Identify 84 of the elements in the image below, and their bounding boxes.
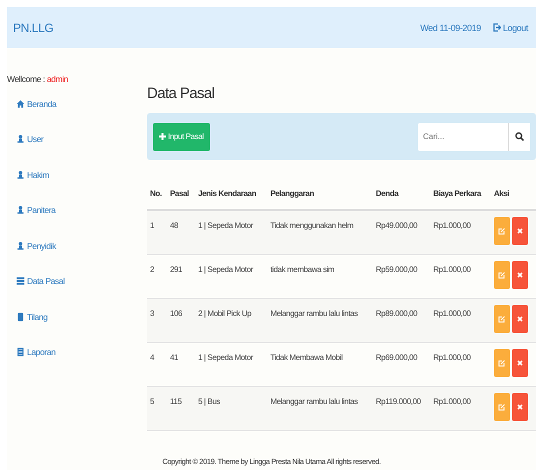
table-cell: 1 | Sepeda Motor — [198, 221, 253, 230]
edit-icon — [498, 404, 506, 410]
edit-icon — [498, 316, 506, 322]
home-icon — [16, 98, 25, 109]
column-header: Aksi — [494, 189, 510, 198]
edit-icon — [498, 272, 506, 278]
user-icon — [16, 240, 25, 251]
edit-button[interactable] — [494, 349, 510, 377]
table-cell: 115 — [170, 397, 182, 406]
column-header: Denda — [376, 189, 398, 198]
sidebar-item[interactable]: User — [7, 122, 147, 157]
table-cell: Tidak menggunakan helm — [270, 221, 354, 230]
phone-icon — [16, 312, 25, 322]
delete-button[interactable] — [512, 349, 528, 377]
user-icon — [16, 205, 25, 216]
search-button[interactable] — [508, 122, 530, 150]
edit-button[interactable] — [494, 393, 510, 421]
table-cell: Rp49.000,00 — [376, 221, 418, 230]
table-cell: 5 — [150, 397, 154, 406]
plus-icon — [159, 133, 166, 140]
table-cell: Rp59.000,00 — [376, 265, 418, 274]
table-cell: Melanggar rambu lalu lintas — [270, 309, 358, 318]
search-field[interactable]: Cari... — [418, 122, 508, 150]
table-cell: Rp89.000,00 — [376, 309, 418, 318]
sidebar-item[interactable]: Laporan — [7, 334, 147, 370]
edit-button[interactable] — [494, 261, 510, 289]
table-cell: Rp1.000,00 — [433, 265, 471, 274]
delete-button[interactable] — [512, 261, 528, 289]
close-icon — [516, 316, 523, 322]
table-cell: 1 | Sepeda Motor — [198, 265, 253, 274]
logout-icon — [492, 23, 501, 32]
search-icon — [515, 132, 524, 141]
add-button[interactable]: Input Pasal — [153, 122, 210, 150]
close-icon — [516, 228, 523, 234]
user-icon — [16, 134, 25, 144]
table-cell: 48 — [170, 221, 178, 230]
sidebar-item[interactable]: Beranda — [7, 86, 147, 122]
close-icon — [516, 404, 523, 410]
brand-name[interactable]: PN.LLG — [13, 20, 420, 34]
sidebar-item[interactable]: Hakim — [7, 157, 147, 192]
table-cell: Rp119.000,00 — [376, 397, 421, 406]
edit-button[interactable] — [494, 305, 510, 333]
page-title: Data Pasal — [147, 85, 216, 102]
list-icon — [16, 276, 25, 286]
delete-button[interactable] — [512, 305, 528, 333]
table-cell: 5 | Bus — [198, 397, 220, 406]
table-cell: Tidak Membawa Mobil — [270, 353, 342, 362]
table-cell: 106 — [170, 309, 182, 318]
date-text: Wed 11-09-2019 — [420, 22, 481, 32]
document-icon — [16, 347, 25, 358]
table-cell: 2 — [150, 265, 154, 274]
sidebar-item[interactable]: Panitera — [7, 192, 147, 228]
edit-icon — [498, 228, 506, 234]
table-cell: 1 | Sepeda Motor — [198, 353, 253, 362]
table-cell: 3 — [150, 309, 154, 318]
table-cell: tidak membawa sim — [270, 265, 334, 274]
table-cell: 41 — [170, 353, 178, 362]
sidebar-item[interactable]: Tilang — [7, 299, 147, 334]
user-icon — [16, 170, 25, 180]
column-header: Jenis Kendaraan — [198, 189, 256, 198]
column-header: Pelanggaran — [270, 189, 314, 198]
table-cell: Melanggar rambu lalu lintas — [270, 397, 358, 406]
table-cell: Rp69.000,00 — [376, 353, 418, 362]
close-icon — [516, 272, 523, 278]
table-cell: 2 | Mobil Pick Up — [198, 309, 252, 318]
table-cell: Rp1.000,00 — [433, 397, 471, 406]
column-header: No. — [150, 189, 162, 198]
table-cell: Rp1.000,00 — [433, 221, 471, 230]
column-header: Biaya Perkara — [433, 189, 481, 198]
table-cell: Rp1.000,00 — [433, 309, 471, 318]
welcome-text: Wellcome : admin — [7, 74, 70, 84]
edit-icon — [498, 360, 506, 366]
table-cell: 4 — [150, 353, 154, 362]
delete-button[interactable] — [512, 393, 528, 421]
column-header: Pasal — [170, 189, 189, 198]
close-icon — [516, 360, 523, 366]
logout-link[interactable]: Logout — [492, 22, 528, 32]
table-cell: 1 — [150, 221, 154, 230]
table-cell: 291 — [170, 265, 182, 274]
edit-button[interactable] — [494, 217, 510, 245]
sidebar-item[interactable]: Penyidik — [7, 228, 147, 264]
sidebar-item[interactable]: Data Pasal — [7, 264, 147, 299]
delete-button[interactable] — [512, 217, 528, 245]
table-cell: Rp1.000,00 — [433, 353, 471, 362]
